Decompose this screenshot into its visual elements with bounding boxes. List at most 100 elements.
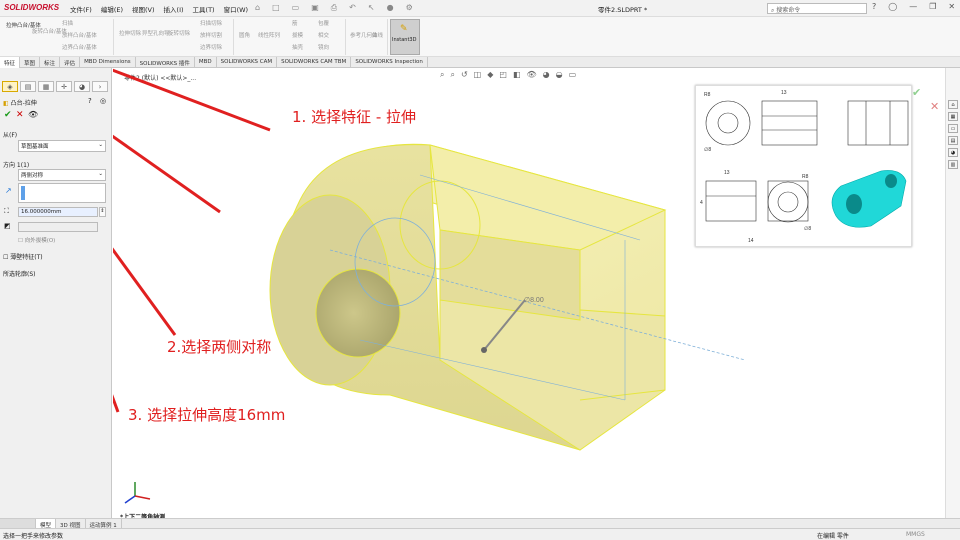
pin-icon[interactable]: ◎ (100, 97, 106, 105)
rebuild-icon[interactable]: ● (387, 3, 394, 13)
dim-4: 4 (700, 200, 703, 206)
instant3d-icon: ✎ (400, 24, 408, 34)
fillet-button[interactable]: 圆角 (239, 33, 250, 39)
view-palette-icon[interactable]: ▤ (948, 136, 958, 145)
loft-button[interactable]: 放样凸台/基体 (62, 33, 97, 39)
confirm-corner-ok-icon[interactable]: ✔ (912, 86, 921, 99)
help-icon[interactable]: ? (872, 2, 876, 11)
from-value: 草图基准面 (21, 144, 49, 150)
extrude-icon: ◧ (3, 100, 11, 107)
help-icon[interactable]: ? (88, 97, 92, 105)
config-manager-icon[interactable]: ▦ (38, 81, 54, 92)
menu-file[interactable]: 文件(F) (70, 4, 92, 14)
direction-arrow-icon[interactable]: ↗ (5, 186, 12, 195)
reference-geometry-button[interactable]: 参考几何体 (350, 33, 378, 39)
boundary-boss-button[interactable]: 边界凸台/基体 (62, 45, 97, 51)
property-manager-icon[interactable]: ▤ (20, 81, 36, 92)
boundary-cut-button[interactable]: 边界切除 (200, 45, 222, 51)
tab-inspection[interactable]: SOLIDWORKS Inspection (351, 57, 428, 68)
print-icon[interactable]: ⎙ (331, 3, 337, 13)
selected-contours-section[interactable]: 所选轮廓(S) (3, 269, 36, 278)
custom-properties-icon[interactable]: ▥ (948, 160, 958, 169)
cancel-icon[interactable]: ✕ (16, 110, 24, 120)
rib-button[interactable]: 筋 (292, 21, 298, 27)
annotation-step2: 2.选择两侧对称 (167, 338, 272, 356)
revolve-boss-button[interactable]: 旋转凸台/基体 (32, 29, 67, 35)
new-icon[interactable]: □ (272, 3, 280, 13)
draft-button[interactable]: 拔模 (292, 33, 303, 39)
extrude-boss-button[interactable]: 拉伸凸台/基体 (6, 23, 41, 29)
curves-button[interactable]: 曲线 (372, 33, 383, 39)
appearances-icon[interactable]: ◕ (948, 148, 958, 157)
iso-model-picture (831, 170, 907, 228)
depth-icon: ⛶ (4, 207, 9, 215)
mirror-button[interactable]: 镜向 (318, 45, 329, 51)
design-library-icon[interactable]: ▦ (948, 112, 958, 121)
wrap-button[interactable]: 包覆 (318, 21, 329, 27)
hole-wizard-button[interactable]: 异型孔向导 (142, 31, 170, 37)
preview-eye-icon[interactable]: 👁 (28, 110, 38, 119)
from-section-label: 从(F) (3, 132, 18, 139)
tab-sketch[interactable]: 草图 (20, 57, 41, 68)
draft-icon[interactable]: ◩ (4, 222, 11, 230)
dimension-callout[interactable]: ∅8.00 (524, 297, 544, 304)
home-icon[interactable]: ⌂ (255, 3, 260, 13)
confirm-corner-cancel-icon[interactable]: ✕ (930, 100, 939, 113)
menu-window[interactable]: 窗口(W) (224, 4, 249, 14)
tab-mbd[interactable]: MBD (195, 57, 217, 68)
tab-cam[interactable]: SOLIDWORKS CAM (217, 57, 278, 68)
tab-markup[interactable]: 标注 (40, 57, 61, 68)
revolve-cut-button[interactable]: 旋转切除 (168, 31, 190, 37)
select-icon[interactable]: ↖ (368, 3, 375, 13)
extrude-cut-button[interactable]: 拉伸切除 (119, 31, 141, 37)
draft-outward-label: 向外拔模(O) (24, 238, 56, 244)
chevron-down-icon: ⌄ (98, 142, 103, 148)
tab-mbd-dimensions[interactable]: MBD Dimensions (80, 57, 136, 68)
undo-icon[interactable]: ↶ (349, 3, 356, 13)
intersect-button[interactable]: 相交 (318, 33, 329, 39)
direction1-label: 方向 1(1) (3, 162, 30, 169)
tab-features[interactable]: 特征 (0, 57, 21, 68)
shell-button[interactable]: 抽壳 (292, 45, 303, 51)
status-units[interactable]: MMGS (906, 531, 925, 538)
sweep-button[interactable]: 扫描 (62, 21, 73, 27)
thin-feature-section[interactable]: ☐ 薄壁特征(T) (3, 252, 43, 261)
ok-icon[interactable]: ✔ (4, 110, 12, 120)
minimize-icon[interactable]: — (909, 2, 917, 11)
menu-tools[interactable]: 工具(T) (193, 4, 215, 14)
instant3d-button[interactable]: ✎ Instant3D (390, 19, 420, 55)
part-body[interactable] (269, 143, 746, 451)
expand-arrow-icon[interactable]: › (92, 81, 108, 92)
dimxpert-icon[interactable]: ✛ (56, 81, 72, 92)
tab-cam-tbm[interactable]: SOLIDWORKS CAM TBM (277, 57, 352, 68)
depth-input[interactable]: 16.000000mm (18, 207, 98, 217)
restore-icon[interactable]: ❐ (929, 2, 936, 11)
direction-reference-field[interactable] (18, 183, 106, 203)
menu-insert[interactable]: 插入(I) (164, 4, 184, 14)
sweep-cut-button[interactable]: 扫描切除 (200, 21, 222, 27)
save-icon[interactable]: ▣ (311, 3, 319, 13)
linear-pattern-button[interactable]: 线性阵列 (258, 33, 280, 39)
ribbon-group-modify: 圆角 线性阵列 筋 拔模 抽壳 包覆 相交 镜向 (236, 19, 346, 55)
dim-13-bottom: 13 (724, 170, 730, 176)
search-input[interactable]: ⌕ 搜索命令 (767, 3, 867, 14)
from-select[interactable]: 草图基准面 ⌄ (18, 140, 106, 152)
options-icon[interactable]: ⚙ (406, 3, 413, 13)
menu-edit[interactable]: 编辑(E) (101, 4, 123, 14)
tab-addins[interactable]: SOLIDWORKS 插件 (136, 57, 195, 68)
depth-spinner[interactable]: ⇕ (99, 207, 106, 217)
search-placeholder: 搜索命令 (776, 7, 801, 14)
user-icon[interactable]: ◯ (888, 2, 897, 11)
end-condition-select[interactable]: 两侧对称 ⌄ (18, 169, 106, 181)
feature-tree-icon[interactable]: ◈ (2, 81, 18, 92)
menu-view[interactable]: 视图(V) (132, 4, 155, 14)
close-icon[interactable]: ✕ (948, 2, 955, 11)
draft-outward-checkbox[interactable]: ☐ 向外拔模(O) (18, 236, 55, 244)
tab-evaluate[interactable]: 评估 (60, 57, 81, 68)
draft-angle-input[interactable] (18, 222, 98, 232)
appearance-icon[interactable]: ◕ (74, 81, 90, 92)
loft-cut-button[interactable]: 放样切割 (200, 33, 222, 39)
file-explorer-icon[interactable]: ▭ (948, 124, 958, 133)
open-icon[interactable]: ▭ (292, 3, 300, 13)
resources-icon[interactable]: ⌂ (948, 100, 958, 109)
